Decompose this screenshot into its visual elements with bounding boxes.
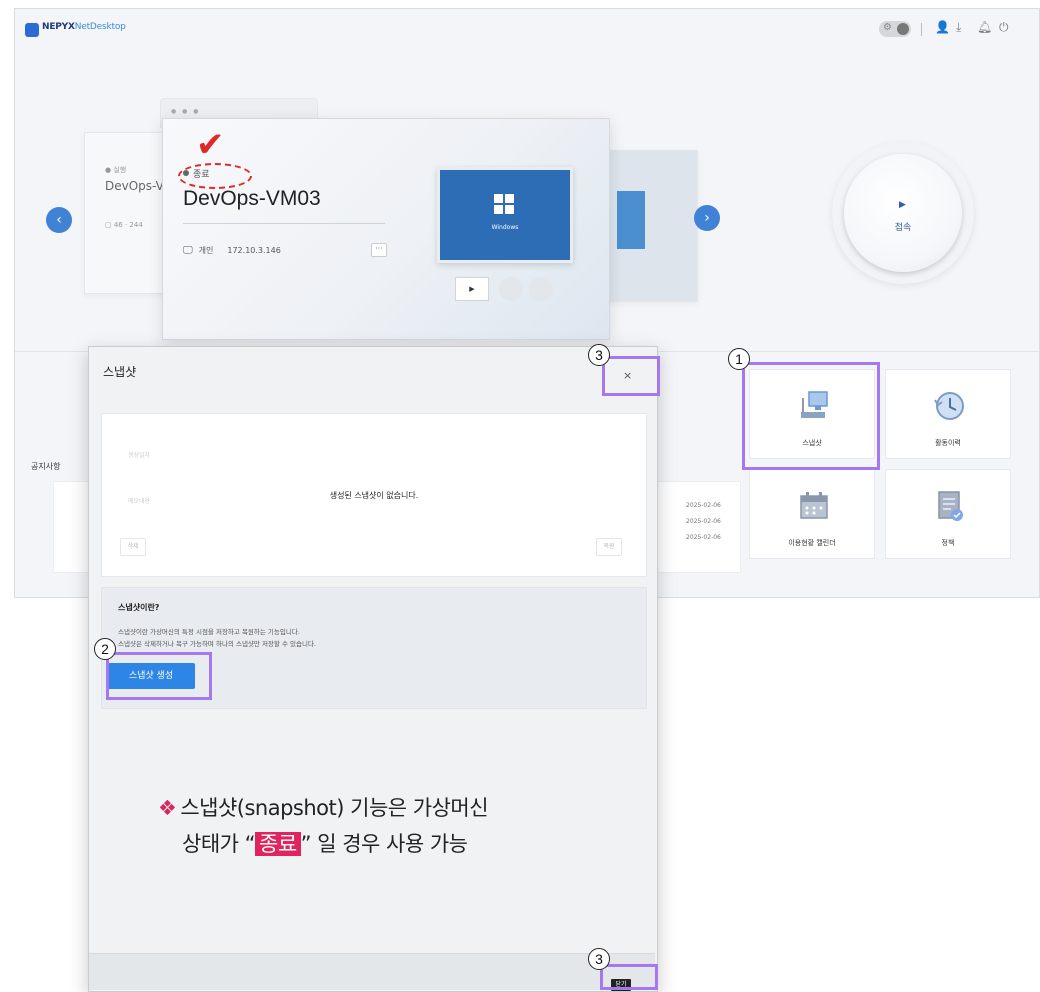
callout-number: 3: [588, 344, 610, 366]
windows-logo-icon: [494, 194, 514, 214]
tile-usage-calendar[interactable]: 이용현황 캘린더: [749, 469, 875, 559]
modal-footer: [89, 953, 655, 990]
theme-toggle[interactable]: ⚙: [879, 21, 911, 37]
gear-icon: ⚙: [883, 22, 892, 33]
info-text: 스냅샷은 삭제하거나 복구 가능하며 하나의 스냅샷만 저장할 수 있습니다.: [118, 640, 316, 648]
vm-card-current[interactable]: 종료 DevOps-VM03 🖵 개인 172.10.3.146 ··· Windo…: [162, 118, 610, 340]
toolbar-divider: [921, 23, 922, 36]
restore-button[interactable]: 복원: [596, 538, 622, 556]
vm-name: DevOps-VM03: [183, 187, 321, 210]
modal-title: 스냅샷: [103, 365, 137, 379]
notice-date: 2025-02-06: [686, 518, 721, 525]
tile-label: 정책: [941, 539, 955, 547]
callout-number: 1: [728, 348, 750, 370]
status-highlight: 종료: [255, 832, 301, 856]
logo-icon: [25, 23, 39, 37]
vm-name: DevOps-V: [105, 179, 164, 193]
callout-box-close-button: [600, 964, 658, 990]
monitor-icon: 🖵: [183, 245, 193, 256]
vm-stop-button[interactable]: [499, 277, 523, 301]
callout-box-create-button: [106, 652, 212, 700]
connect-label: 접속: [894, 223, 912, 233]
empty-message: 생성된 스냅샷이 없습니다.: [329, 491, 419, 500]
notice-section-title: 공지사항: [31, 462, 61, 471]
os-label: Windows: [491, 224, 519, 231]
info-heading: 스냅샷이란?: [118, 603, 160, 612]
tile-label: 이용현황 캘린더: [788, 539, 836, 547]
delete-button[interactable]: 삭제: [120, 538, 146, 556]
tile-policy[interactable]: 정책: [885, 469, 1011, 559]
logout-icon[interactable]: ⏻: [999, 20, 1009, 35]
callout-box-snapshot-tile: [742, 362, 880, 470]
policy-document-icon: [938, 491, 963, 521]
vm-restart-button[interactable]: [529, 277, 553, 301]
calendar-icon: [800, 492, 828, 519]
more-options-button[interactable]: ···: [371, 243, 387, 257]
play-icon: ▶: [899, 200, 906, 210]
vm-ip: ▢ 46 · 244: [105, 221, 143, 229]
vm-card-next[interactable]: [608, 150, 698, 302]
vm-preview-thumbnail: [617, 191, 645, 249]
checkmark-annotation-icon: ✔: [196, 125, 225, 165]
tile-activity-history[interactable]: 활동이력: [885, 369, 1011, 459]
note-line-2: 상태가 “종료” 일 경우 사용 가능: [182, 832, 468, 856]
carousel-next-button[interactable]: ›: [694, 205, 720, 231]
callout-box-close-icon: [602, 356, 660, 396]
callout-number: 3: [588, 948, 610, 970]
vm-ip-row: 🖵 개인 172.10.3.146: [183, 245, 281, 256]
notice-date: 2025-02-06: [686, 502, 721, 509]
download-icon[interactable]: ⤓: [956, 20, 961, 35]
bell-icon[interactable]: 🔔︎: [977, 20, 992, 34]
vm-controls: ▶: [455, 277, 565, 301]
notice-date: 2025-02-06: [686, 534, 721, 541]
vm-screen-preview: Windows: [437, 167, 573, 263]
column-header: 생성일자: [128, 452, 151, 459]
card-divider: [183, 223, 385, 224]
diamond-bullet-icon: ❖: [158, 796, 177, 820]
snapshot-list: 생성일자 메모내용 생성된 스냅샷이 없습니다. 삭제 복원: [101, 413, 647, 577]
user-icon[interactable]: 👤: [935, 20, 950, 34]
tile-label: 활동이력: [935, 439, 961, 447]
info-text: 스냅샷이란 가상머신의 특정 시점을 저장하고 복원하는 기능입니다.: [118, 628, 300, 636]
usage-note: ❖ 스냅샷(snapshot) 기능은 가상머신 상태가 “종료” 일 경우 사용…: [158, 790, 618, 862]
top-bar: NEPYXNetDesktop ⚙ 👤 ⤓ 🔔︎ ⏻: [15, 9, 1039, 49]
carousel-prev-button[interactable]: ‹: [46, 207, 72, 233]
history-clock-icon: [934, 392, 964, 420]
vm-start-button[interactable]: ▶: [455, 277, 489, 301]
vm-status: ● 실행: [105, 166, 127, 174]
note-line-1: ❖ 스냅샷(snapshot) 기능은 가상머신: [158, 796, 489, 820]
connect-button[interactable]: ▶ 접속: [844, 154, 962, 272]
app-logo[interactable]: NEPYXNetDesktop: [42, 22, 126, 32]
callout-number: 2: [94, 638, 116, 660]
status-highlight-ellipse: [178, 163, 252, 189]
